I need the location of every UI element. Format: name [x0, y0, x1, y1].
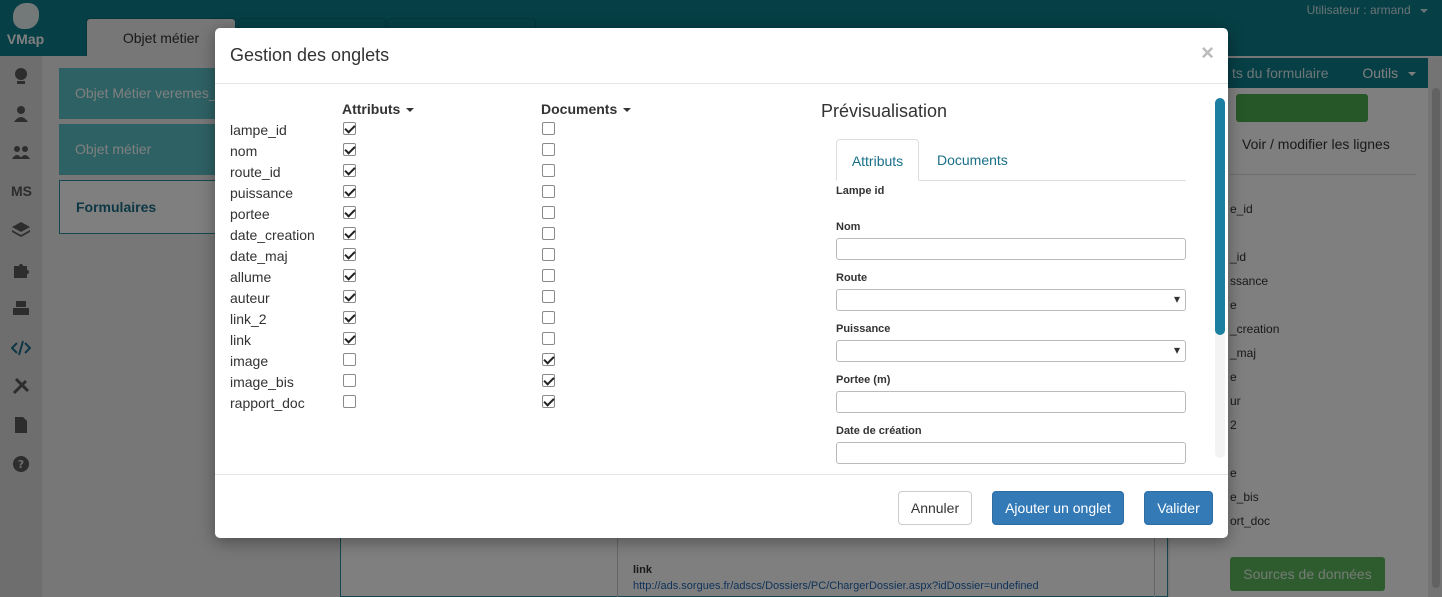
documents-checkbox[interactable] [542, 143, 555, 156]
documents-checkbox[interactable] [542, 374, 555, 387]
preview-section: Prévisualisation Attributs Documents Lam… [821, 85, 1195, 474]
documents-checkbox[interactable] [542, 332, 555, 345]
lampe-id-label: Lampe id [836, 185, 885, 197]
attributs-checkbox[interactable] [343, 185, 356, 198]
attributs-checkbox[interactable] [343, 206, 356, 219]
field-row: link [230, 330, 650, 351]
nom-label: Nom [836, 221, 861, 233]
route-select[interactable] [836, 289, 1186, 311]
attributs-checkbox[interactable] [343, 248, 356, 261]
documents-column-header[interactable]: Documents [541, 101, 632, 117]
date-creation-label: Date de création [836, 425, 922, 437]
field-name: lampe_id [230, 122, 287, 138]
field-row: route_id [230, 162, 650, 183]
tab-attributs[interactable]: Attributs [836, 139, 919, 181]
attributs-checkbox[interactable] [343, 374, 356, 387]
add-tab-button[interactable]: Ajouter un onglet [992, 491, 1124, 525]
field-row: date_maj [230, 246, 650, 267]
modal-scrollbar[interactable] [1214, 98, 1226, 458]
modal-header: Gestion des onglets × [215, 28, 1228, 84]
field-row: rapport_doc [230, 393, 650, 414]
documents-checkbox[interactable] [542, 164, 555, 177]
documents-checkbox[interactable] [542, 206, 555, 219]
documents-checkbox[interactable] [542, 185, 555, 198]
chevron-down-icon [406, 108, 415, 113]
documents-checkbox[interactable] [542, 227, 555, 240]
field-name: portee [230, 206, 270, 222]
documents-checkbox[interactable] [542, 122, 555, 135]
field-name: route_id [230, 164, 281, 180]
date-creation-input[interactable] [836, 442, 1186, 464]
attributs-label: Attributs [342, 101, 401, 117]
puissance-label: Puissance [836, 323, 891, 335]
field-name: date_creation [230, 227, 315, 243]
attributs-checkbox[interactable] [343, 122, 356, 135]
documents-checkbox[interactable] [542, 290, 555, 303]
attributs-checkbox[interactable] [343, 332, 356, 345]
nom-input[interactable] [836, 238, 1186, 260]
field-name: rapport_doc [230, 395, 305, 411]
modal-scrollbar-thumb[interactable] [1215, 98, 1225, 335]
documents-label: Documents [541, 101, 618, 117]
field-name: image [230, 353, 269, 369]
attributs-checkbox[interactable] [343, 395, 356, 408]
modal-title: Gestion des onglets [230, 45, 390, 65]
attributs-column-header[interactable]: Attributs [342, 101, 415, 117]
field-name: puissance [230, 185, 294, 201]
route-label: Route [836, 272, 868, 284]
validate-button[interactable]: Valider [1144, 491, 1213, 525]
field-row: nom [230, 141, 650, 162]
documents-checkbox[interactable] [542, 353, 555, 366]
documents-checkbox[interactable] [542, 269, 555, 282]
attributs-checkbox[interactable] [343, 290, 356, 303]
field-name: allume [230, 269, 272, 285]
field-name: nom [230, 143, 258, 159]
field-name: image_bis [230, 374, 294, 390]
documents-checkbox[interactable] [542, 395, 555, 408]
close-icon[interactable]: × [1201, 40, 1214, 66]
portee-label: Portee (m) [836, 374, 891, 386]
documents-checkbox[interactable] [542, 311, 555, 324]
attributs-checkbox[interactable] [343, 164, 356, 177]
modal-footer: Annuler Ajouter un onglet Valider [215, 474, 1228, 538]
field-row: auteur [230, 288, 650, 309]
field-row: lampe_id [230, 120, 650, 141]
field-row: date_creation [230, 225, 650, 246]
tab-documents[interactable]: Documents [937, 139, 1008, 181]
portee-input[interactable] [836, 391, 1186, 413]
field-row: puissance [230, 183, 650, 204]
cancel-button[interactable]: Annuler [898, 491, 972, 525]
preview-tabs: Attributs Documents [836, 139, 1186, 181]
attributs-checkbox[interactable] [343, 227, 356, 240]
puissance-select[interactable] [836, 340, 1186, 362]
field-name: auteur [230, 290, 270, 306]
attributs-checkbox[interactable] [343, 269, 356, 282]
field-row: portee [230, 204, 650, 225]
documents-checkbox[interactable] [542, 248, 555, 261]
field-name: link_2 [230, 311, 267, 327]
chevron-down-icon [623, 108, 632, 113]
modal-body: Attributs Documents lampe_idnom route_idp… [215, 85, 1228, 474]
attributs-checkbox[interactable] [343, 143, 356, 156]
field-row: link_2 [230, 309, 650, 330]
attributs-checkbox[interactable] [343, 311, 356, 324]
attributs-checkbox[interactable] [343, 353, 356, 366]
field-name: date_maj [230, 248, 288, 264]
field-row: image_bis [230, 372, 650, 393]
tabs-management-dialog: Gestion des onglets × Attributs Document… [215, 28, 1228, 538]
field-row: allume [230, 267, 650, 288]
preview-title: Prévisualisation [821, 101, 948, 121]
field-name: link [230, 332, 252, 348]
field-row: image [230, 351, 650, 372]
